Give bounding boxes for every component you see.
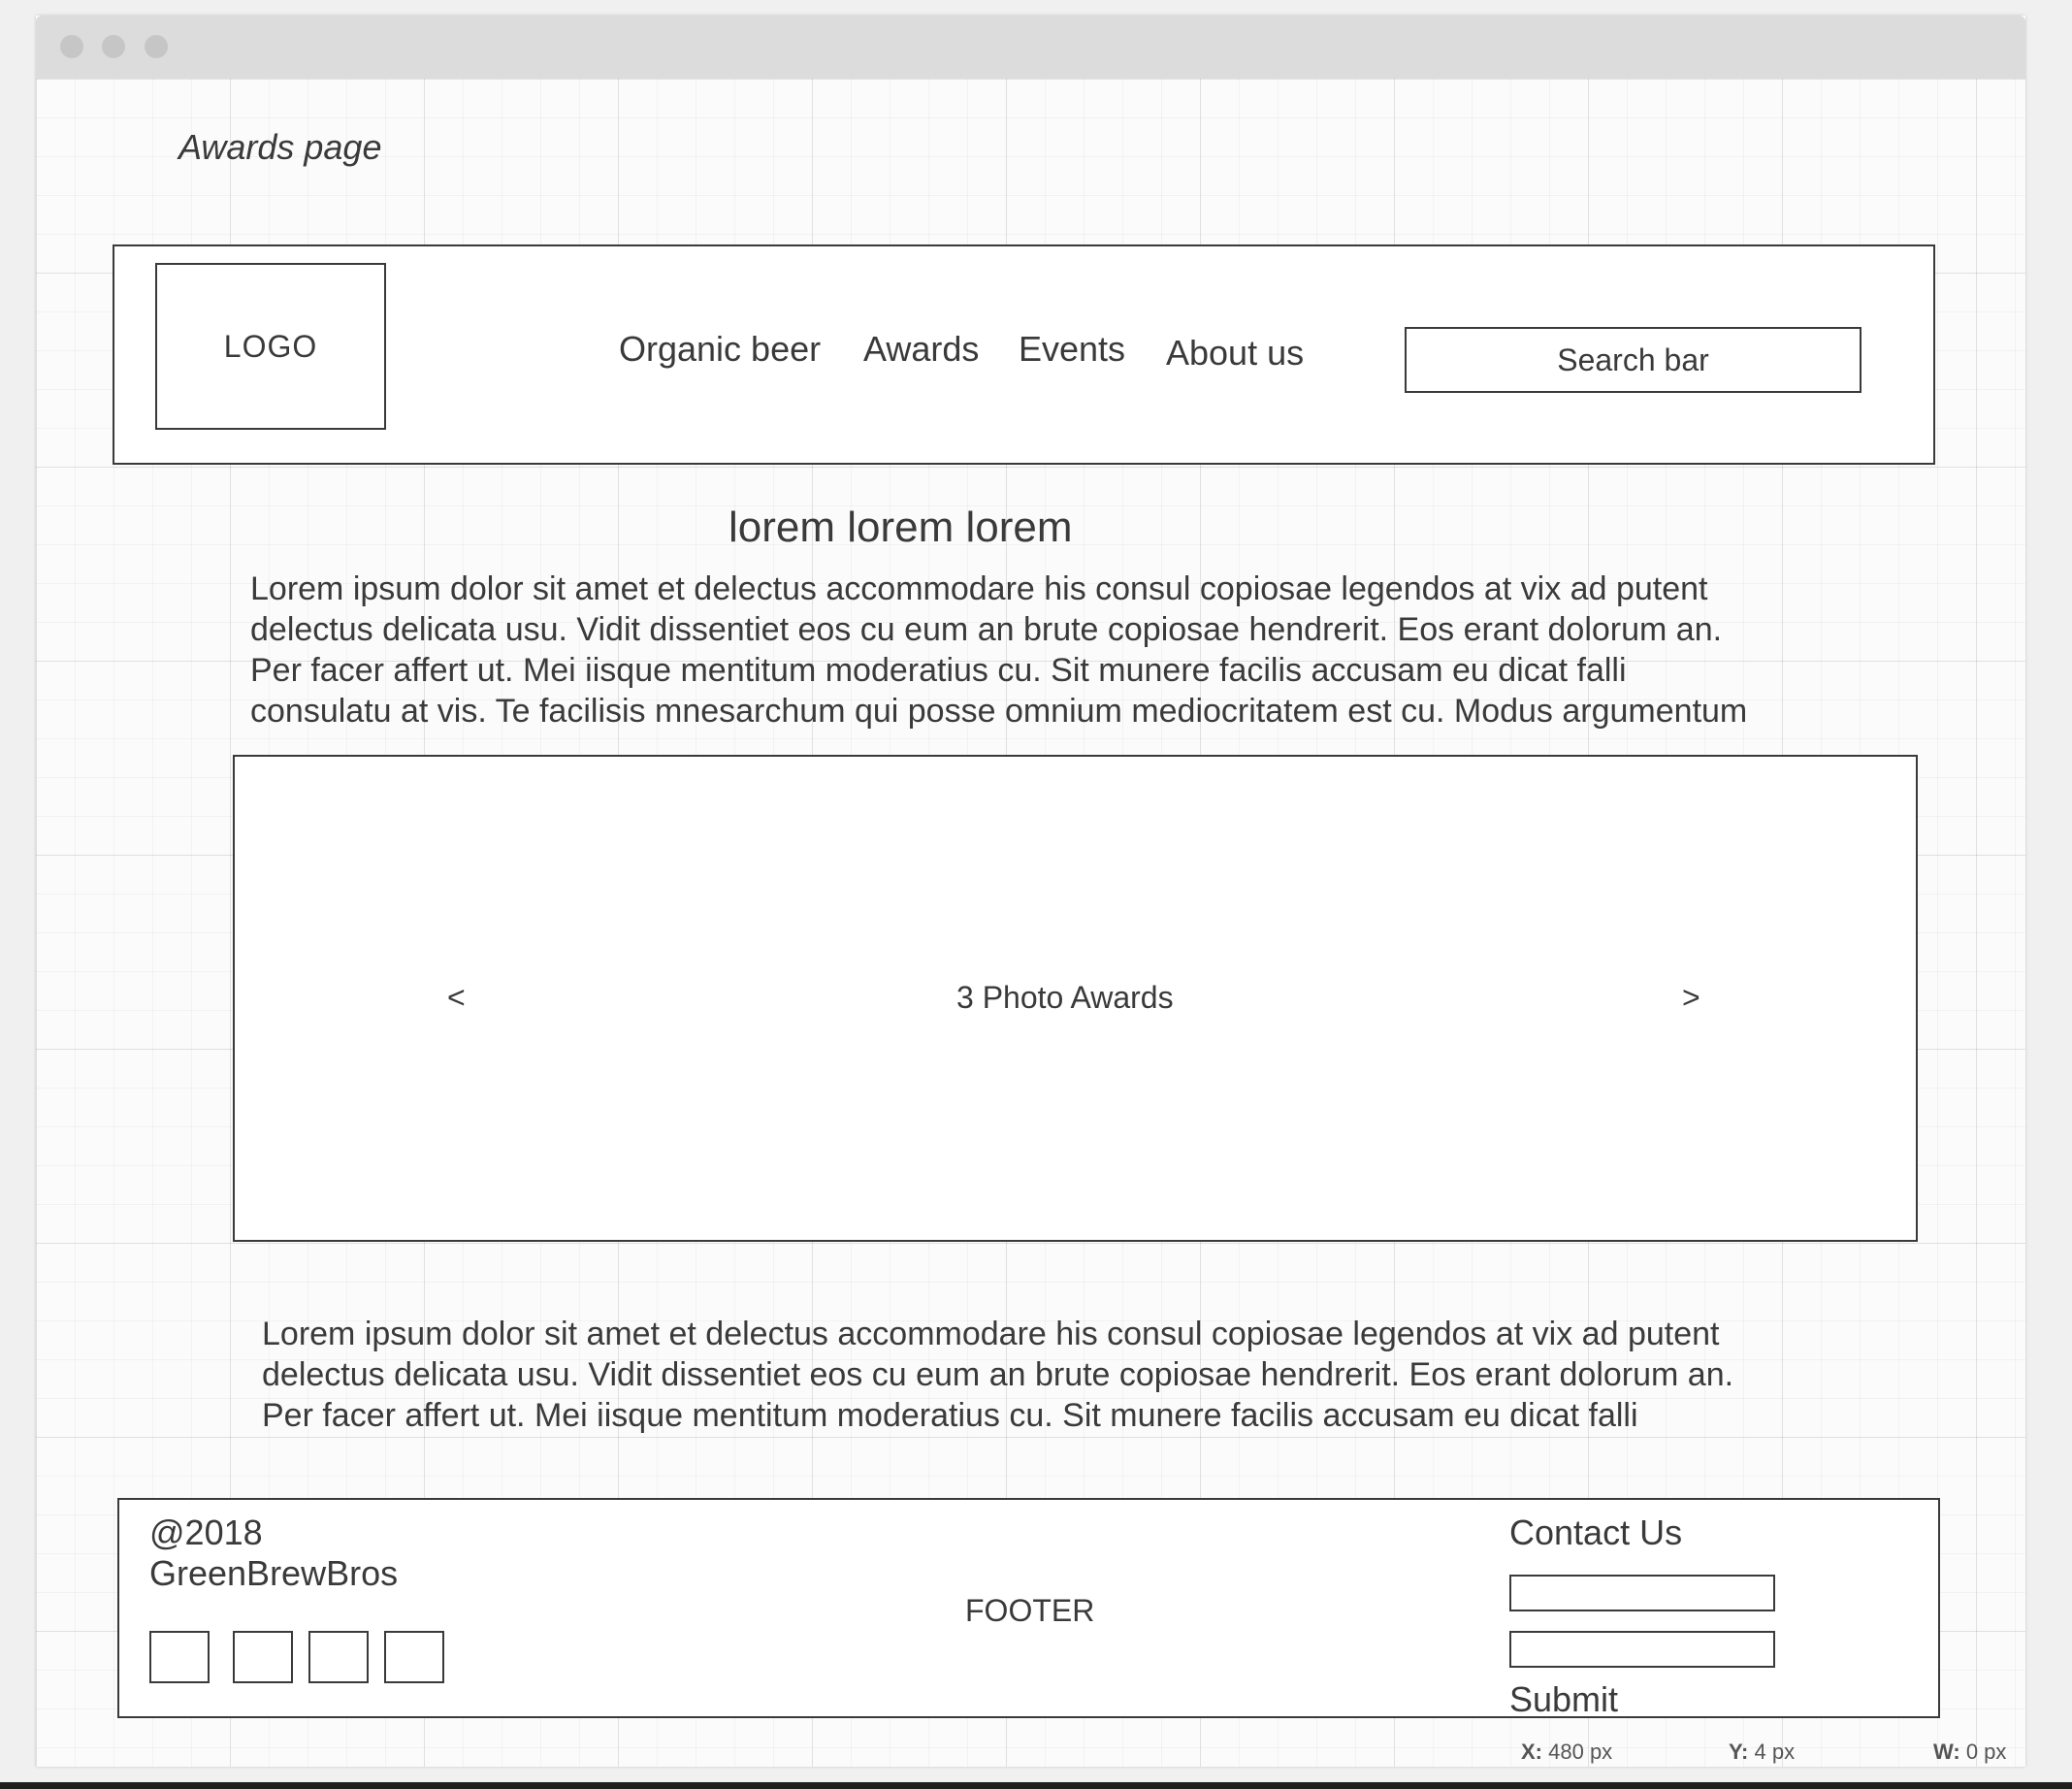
secondary-paragraph: Lorem ipsum dolor sit amet et delectus a… [262, 1314, 1969, 1436]
x-readout: X: 480 px [1521, 1740, 1612, 1765]
nav-item-organic-beer[interactable]: Organic beer [619, 329, 821, 370]
bottom-edge-bar [0, 1782, 2072, 1789]
mockup-window: Awards page LOGO Organic beer Awards Eve… [36, 16, 2025, 1767]
window-titlebar [36, 16, 2025, 79]
y-readout-label: Y: [1729, 1740, 1749, 1764]
nav-item-about-us[interactable]: About us [1166, 333, 1304, 374]
paragraph-line: delectus delicata usu. Vidit dissentiet … [250, 611, 1723, 648]
page-label: Awards page [178, 127, 382, 167]
copyright-year: @2018 [149, 1513, 263, 1552]
copyright-name: GreenBrewBros [149, 1553, 399, 1593]
search-bar[interactable]: Search bar [1405, 327, 1862, 393]
y-readout-value: 4 px [1754, 1740, 1796, 1764]
paragraph-line: Per facer affert ut. Mei iisque mentitum… [262, 1397, 1638, 1434]
window-maximize-dot[interactable] [145, 35, 168, 58]
social-icon[interactable] [308, 1631, 369, 1683]
paragraph-line: consulatu at vis. Te facilisis mnesarchu… [250, 693, 1748, 730]
intro-paragraph: Lorem ipsum dolor sit amet et delectus a… [250, 569, 1958, 732]
window-minimize-dot[interactable] [102, 35, 125, 58]
wireframe-canvas: Awards page LOGO Organic beer Awards Eve… [36, 79, 2025, 1767]
contact-field-2[interactable] [1509, 1631, 1775, 1668]
y-readout: Y: 4 px [1729, 1740, 1795, 1765]
nav-item-awards[interactable]: Awards [863, 329, 979, 370]
contact-field-1[interactable] [1509, 1575, 1775, 1611]
window-close-dot[interactable] [60, 35, 83, 58]
logo-placeholder[interactable]: LOGO [155, 263, 386, 430]
contact-us-title: Contact Us [1509, 1513, 1683, 1552]
paragraph-line: Lorem ipsum dolor sit amet et delectus a… [262, 1316, 1720, 1352]
x-readout-label: X: [1521, 1740, 1542, 1764]
x-readout-value: 480 px [1548, 1740, 1613, 1764]
carousel-next-button[interactable]: > [1682, 980, 1700, 1016]
submit-button[interactable]: Submit [1509, 1679, 1618, 1720]
paragraph-line: Lorem ipsum dolor sit amet et delectus a… [250, 570, 1708, 607]
content-heading: lorem lorem lorem [728, 504, 1073, 551]
w-readout: W: 0 px [1933, 1740, 2006, 1765]
nav-item-events[interactable]: Events [1019, 329, 1125, 370]
w-readout-value: 0 px [1965, 1740, 2007, 1764]
paragraph-line: Per facer affert ut. Mei iisque mentitum… [250, 652, 1627, 689]
social-icon[interactable] [233, 1631, 293, 1683]
social-icon[interactable] [149, 1631, 210, 1683]
w-readout-label: W: [1933, 1740, 1960, 1764]
carousel-prev-button[interactable]: < [447, 980, 466, 1016]
footer-label: FOOTER [965, 1593, 1095, 1628]
social-icon[interactable] [384, 1631, 444, 1683]
paragraph-line: delectus delicata usu. Vidit dissentiet … [262, 1356, 1734, 1393]
carousel-label: 3 Photo Awards [956, 980, 1174, 1015]
